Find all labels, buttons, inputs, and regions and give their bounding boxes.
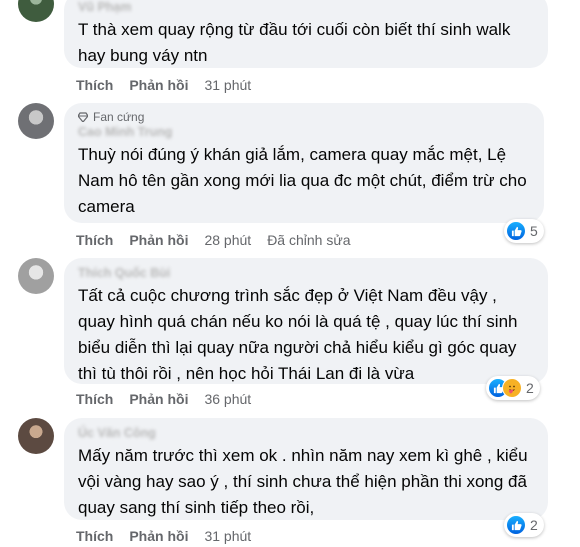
comment-actions: Thích Phản hồi 31 phút (76, 76, 251, 94)
fan-badge: Fan cứng (78, 109, 530, 125)
reaction-count: 2 (526, 380, 534, 396)
comment-time[interactable]: 28 phút (204, 232, 251, 248)
comment-actions: Thích Phản hồi 28 phút Đã chỉnh sửa (76, 231, 351, 249)
comment-author[interactable]: Cao Minh Trung (78, 125, 530, 140)
comment-text: Thuỳ nói đúng ý khán giả lắm, camera qua… (78, 145, 527, 216)
avatar[interactable] (18, 258, 54, 294)
comment-bubble: Thích Quốc Bùi Tất cả cuộc chương trình … (64, 258, 548, 384)
reaction-count: 2 (530, 517, 538, 533)
comment-time[interactable]: 36 phút (204, 391, 251, 407)
diamond-icon (78, 112, 88, 122)
comment-text: Tất cả cuộc chương trình sắc đẹp ở Việt … (78, 286, 518, 383)
comment-bubble: Vũ Phạm T thà xem quay rộng từ đầu tới c… (64, 0, 548, 68)
reaction-summary[interactable]: 2 (504, 513, 544, 537)
comment-actions: Thích Phản hồi 36 phút (76, 390, 251, 408)
like-icon (506, 515, 526, 535)
reaction-summary[interactable]: 2 (486, 376, 540, 400)
like-button[interactable]: Thích (76, 77, 113, 93)
reaction-summary[interactable]: 5 (504, 219, 544, 243)
care-icon (502, 378, 522, 398)
comment-author[interactable]: Vũ Phạm (78, 0, 534, 15)
comment-bubble: Úc Văn Công Mấy năm trước thì xem ok . n… (64, 418, 548, 520)
comment-time[interactable]: 31 phút (204, 528, 251, 544)
reply-button[interactable]: Phản hồi (129, 232, 188, 248)
avatar[interactable] (18, 0, 54, 22)
like-button[interactable]: Thích (76, 232, 113, 248)
comment-time[interactable]: 31 phút (204, 77, 251, 93)
comment-bubble: Fan cứng Cao Minh Trung Thuỳ nói đúng ý … (64, 103, 544, 223)
reply-button[interactable]: Phản hồi (129, 77, 188, 93)
reply-button[interactable]: Phản hồi (129, 391, 188, 407)
avatar[interactable] (18, 418, 54, 454)
comment-text: T thà xem quay rộng từ đầu tới cuối còn … (78, 20, 511, 65)
like-icon (506, 221, 526, 241)
comment-text: Mấy năm trước thì xem ok . nhìn năm nay … (78, 446, 528, 517)
comment-author[interactable]: Thích Quốc Bùi (78, 266, 534, 281)
reaction-count: 5 (530, 223, 538, 239)
like-button[interactable]: Thích (76, 528, 113, 544)
comment-author[interactable]: Úc Văn Công (78, 426, 534, 441)
edited-label[interactable]: Đã chỉnh sửa (267, 232, 350, 248)
like-button[interactable]: Thích (76, 391, 113, 407)
badge-label: Fan cứng (93, 110, 145, 124)
comment-actions: Thích Phản hồi 31 phút (76, 527, 251, 545)
avatar[interactable] (18, 103, 54, 139)
reply-button[interactable]: Phản hồi (129, 528, 188, 544)
